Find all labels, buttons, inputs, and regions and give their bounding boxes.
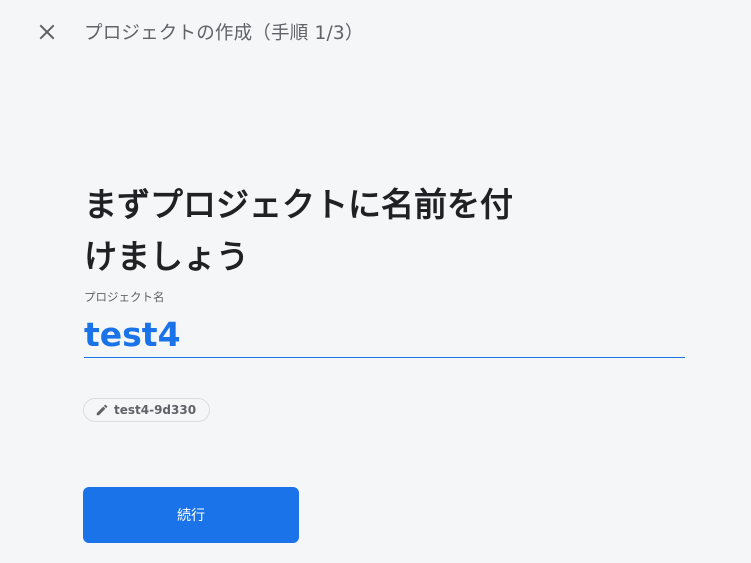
close-icon	[39, 24, 55, 40]
create-project-page: プロジェクトの作成（手順 1/3） まずプロジェクトに名前を付 けましょう プロ…	[0, 0, 751, 563]
project-name-label: プロジェクト名	[84, 290, 165, 304]
step-title: プロジェクトの作成（手順 1/3）	[84, 23, 364, 44]
close-button[interactable]	[33, 18, 61, 46]
continue-button[interactable]: 続行	[83, 487, 299, 543]
project-id-chip[interactable]: test4-9d330	[83, 398, 211, 422]
top-bar: プロジェクトの作成（手順 1/3）	[0, 0, 751, 64]
project-name-field: プロジェクト名	[84, 289, 685, 358]
pencil-icon	[95, 403, 109, 417]
project-id-label: test4-9d330	[114, 403, 197, 417]
page-heading-line-2: けましょう	[84, 237, 249, 277]
page-heading-line-1: まずプロジェクトに名前を付	[84, 185, 513, 225]
project-name-input[interactable]	[84, 312, 685, 358]
page-heading: まずプロジェクトに名前を付 けましょう	[84, 179, 584, 283]
